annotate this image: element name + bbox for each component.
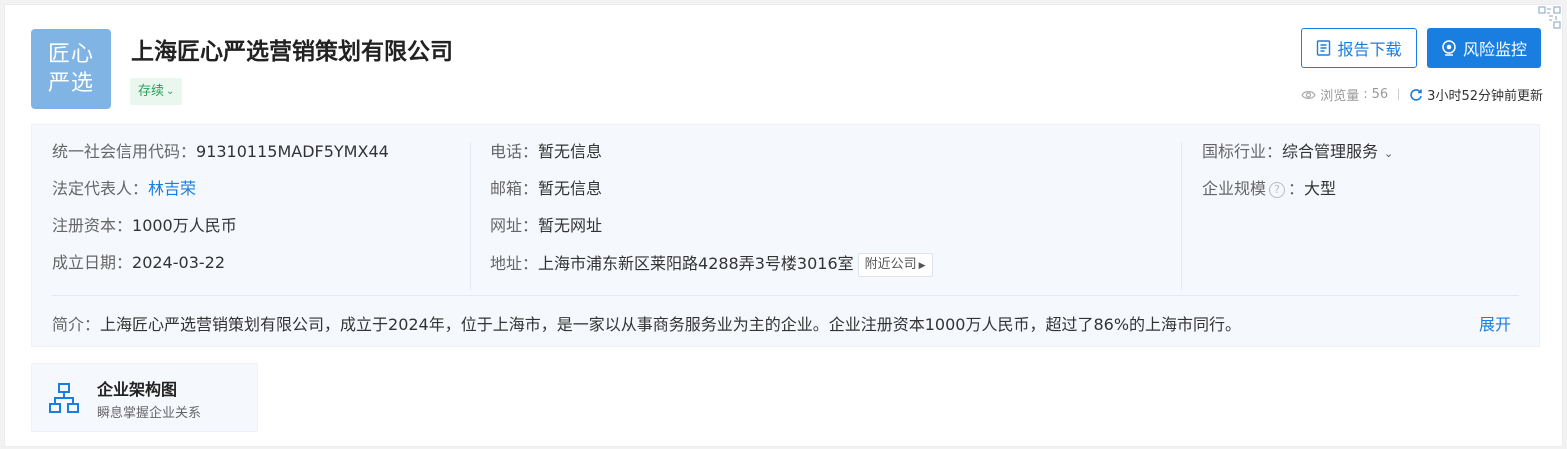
capital-value: 1000万人民币 [132,216,237,235]
website-value: 暂无网址 [538,216,603,235]
company-logo: 匠心 严选 [31,29,111,109]
industry-value: 综合管理服务 [1282,142,1379,161]
org-structure-title: 企业架构图 [97,380,178,399]
nearby-companies-button[interactable]: 附近公司 ▶ [857,253,933,277]
document-icon [1317,40,1331,56]
founded-label: 成立日期： [52,253,133,272]
industry-label: 国标行业： [1202,142,1283,161]
legal-rep-link[interactable]: 林吉荣 [148,179,196,198]
refresh-icon[interactable] [1409,88,1423,102]
column-divider [470,142,471,290]
company-header-card: 匠心 严选 上海匠心严选营销策划有限公司 存续 ⌄ 报告下载 风险监控 浏览量 … [4,4,1563,447]
credit-code-label: 统一社会信用代码： [52,142,197,161]
meta-divider [1398,89,1400,100]
org-structure-card[interactable]: 企业架构图 瞬息掌握企业关系 [31,363,258,432]
capital-label: 注册资本： [52,216,133,235]
email-value: 暂无信息 [538,179,603,198]
status-badge[interactable]: 存续 ⌄ [130,78,183,105]
intro-divider [52,295,1519,296]
company-info-panel: 统一社会信用代码：91310115MADF5YMX44 法定代表人：林吉荣 注册… [31,124,1540,347]
credit-code-value[interactable]: 91310115MADF5YMX44 [196,142,389,161]
phone-value: 暂无信息 [538,142,603,161]
info-column-basic: 统一社会信用代码：91310115MADF5YMX44 法定代表人：林吉荣 注册… [52,142,389,290]
column-divider [1181,142,1182,290]
intro-text: 上海匠心严选营销策划有限公司，成立于2024年，位于上海市，是一家以从事商务服务… [100,315,1242,334]
info-column-industry: 国标行业：综合管理服务 ⌄ 企业规模? ：大型 [1202,142,1393,216]
nearby-companies-label: 附近公司 [864,257,917,272]
scale-value: 大型 [1304,179,1337,198]
views-count: 56 [1371,87,1389,102]
status-text: 存续 [138,84,165,99]
phone-row: 电话：暂无信息 [490,142,933,179]
question-icon[interactable]: ? [1269,182,1286,198]
founded-value: 2024-03-22 [132,253,225,272]
monitor-eye-icon [1442,40,1456,56]
company-intro: 简介：上海匠心严选营销策划有限公司，成立于2024年，位于上海市，是一家以从事商… [52,311,1241,335]
page-meta: 浏览量: 56 3小时52分钟前更新 [1279,85,1543,104]
org-structure-subtitle: 瞬息掌握企业关系 [97,406,202,421]
legal-rep-label: 法定代表人： [52,179,149,198]
address-label: 地址： [490,254,539,273]
legal-rep-row: 法定代表人：林吉荣 [52,179,389,216]
caret-right-icon: ▶ [918,261,926,271]
risk-monitor-label: 风险监控 [1462,40,1527,59]
risk-monitor-button[interactable]: 风险监控 [1427,28,1541,68]
expand-link[interactable]: 展开 [1479,311,1511,335]
email-label: 邮箱： [490,179,539,198]
update-time: 3小时52分钟前更新 [1427,89,1543,104]
eye-icon [1301,90,1316,99]
address-value[interactable]: 上海市浦东新区莱阳路4288弄3号楼3016室 [538,254,854,273]
address-row: 地址：上海市浦东新区莱阳路4288弄3号楼3016室 附近公司 ▶ [490,253,933,290]
scale-row: 企业规模? ：大型 [1202,179,1337,198]
report-download-button[interactable]: 报告下载 [1301,28,1417,68]
capital-row: 注册资本：1000万人民币 [52,216,389,253]
scale-label: 企业规模 [1202,179,1267,198]
info-column-contact: 电话：暂无信息 邮箱：暂无信息 网址：暂无网址 地址：上海市浦东新区莱阳路428… [490,142,933,290]
logo-line-1: 匠心 [47,42,94,67]
credit-code-row: 统一社会信用代码：91310115MADF5YMX44 [52,142,389,179]
views-label: 浏览量 [1320,89,1360,104]
website-label: 网址： [490,216,539,235]
intro-label: 简介： [52,315,101,334]
chevron-down-icon: ⌄ [1384,147,1394,160]
report-download-label: 报告下载 [1337,40,1402,59]
chevron-down-icon: ⌄ [166,86,175,97]
website-row: 网址：暂无网址 [490,216,933,253]
company-name: 上海匠心严选营销策划有限公司 [131,39,453,65]
industry-row[interactable]: 国标行业：综合管理服务 ⌄ [1202,142,1393,179]
org-chart-icon [49,383,79,413]
phone-label: 电话： [490,142,539,161]
founded-row: 成立日期：2024-03-22 [52,253,389,290]
email-row: 邮箱：暂无信息 [490,179,933,216]
logo-line-2: 严选 [47,71,94,96]
